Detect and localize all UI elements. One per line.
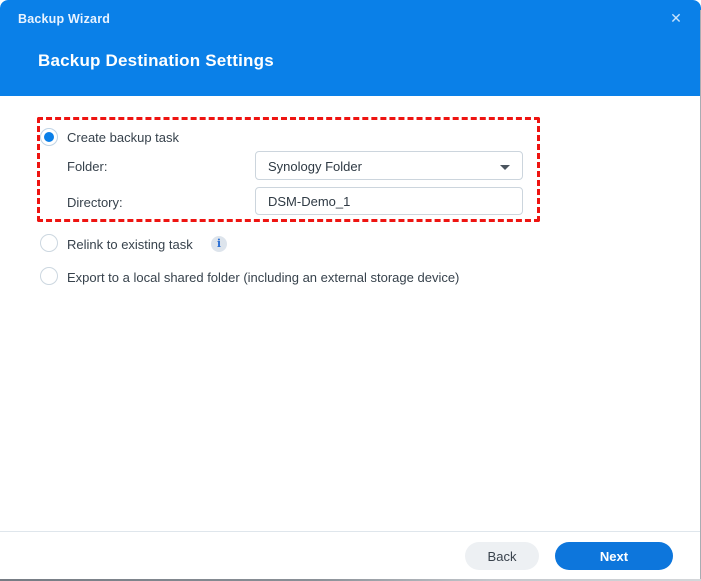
radio-label-export-local-folder[interactable]: Export to a local shared folder (includi… xyxy=(67,270,459,285)
radio-create-backup-task[interactable] xyxy=(40,128,58,146)
window-title: Backup Wizard xyxy=(18,12,111,26)
radio-label-create-backup-task[interactable]: Create backup task xyxy=(67,130,179,145)
folder-select[interactable]: Synology Folder xyxy=(255,151,523,180)
info-icon[interactable]: i xyxy=(211,236,227,252)
page-title: Backup Destination Settings xyxy=(38,51,274,70)
folder-label: Folder: xyxy=(67,159,108,174)
next-button[interactable]: Next xyxy=(555,542,673,570)
radio-label-relink-existing-task[interactable]: Relink to existing task xyxy=(67,237,193,252)
close-icon[interactable]: ✕ xyxy=(666,8,686,28)
folder-select-value: Synology Folder xyxy=(268,159,362,174)
radio-export-local-folder[interactable] xyxy=(40,267,58,285)
chevron-down-icon xyxy=(500,165,510,170)
back-button[interactable]: Back xyxy=(465,542,539,570)
directory-input[interactable] xyxy=(255,187,523,215)
backup-wizard-dialog: Backup Wizard ✕ Backup Destination Setti… xyxy=(0,0,701,581)
directory-label: Directory: xyxy=(67,195,123,210)
footer-divider xyxy=(0,531,701,532)
radio-relink-existing-task[interactable] xyxy=(40,234,58,252)
dialog-titlebar: Backup Wizard ✕ Backup Destination Setti… xyxy=(0,0,701,96)
